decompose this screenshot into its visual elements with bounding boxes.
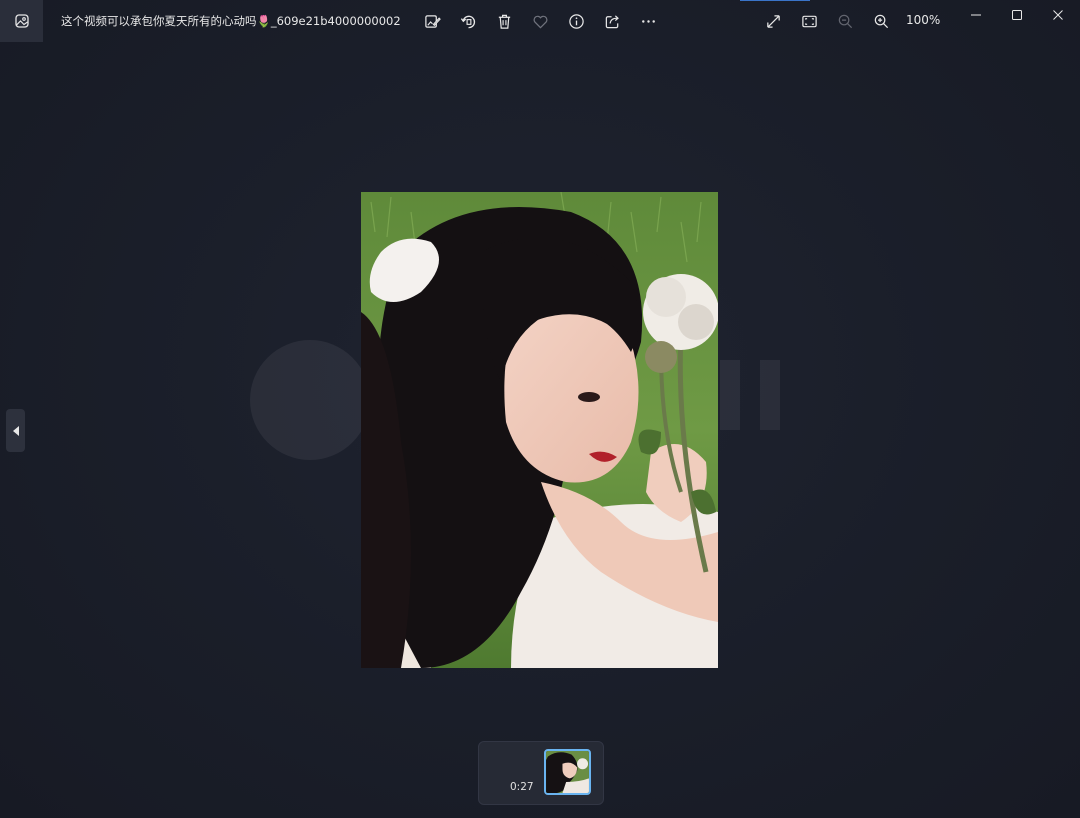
edit-image-icon: [424, 14, 441, 28]
maximize-icon: [1012, 10, 1022, 20]
filmstrip-thumbnail-selected[interactable]: [544, 749, 591, 795]
rotate-icon: [460, 15, 475, 28]
fit-to-window-icon: [801, 15, 817, 27]
more-options-button[interactable]: [636, 9, 660, 33]
photo-girl-with-flower: [361, 192, 718, 668]
zoom-in-icon: [874, 14, 888, 28]
zoom-out-icon: [838, 14, 852, 28]
window-title: 这个视频可以承包你夏天所有的心动吗🌷_609e21b4000000002103.…: [61, 14, 401, 28]
delete-icon: [498, 14, 510, 29]
fullscreen-button[interactable]: [761, 9, 785, 33]
zoom-out-button[interactable]: [833, 9, 857, 33]
caret-left-icon: [12, 425, 19, 436]
fullscreen-icon: [766, 14, 780, 28]
favorite-button[interactable]: [528, 9, 552, 33]
filmstrip: 0:27: [478, 741, 604, 805]
share-button[interactable]: [600, 9, 624, 33]
minimize-icon: [971, 14, 981, 16]
minimize-button[interactable]: [964, 6, 988, 24]
zoom-in-button[interactable]: [869, 9, 893, 33]
app-icon-button[interactable]: [0, 0, 43, 42]
info-button[interactable]: [564, 9, 588, 33]
thumbnail-image: [546, 751, 589, 793]
heart-icon: [533, 15, 547, 29]
video-duration: 0:27: [510, 781, 534, 793]
share-icon: [605, 14, 619, 28]
fit-to-window-button[interactable]: [797, 9, 821, 33]
close-icon: [1053, 10, 1063, 20]
title-bar: 这个视频可以承包你夏天所有的心动吗🌷_609e21b4000000002103.…: [0, 0, 1080, 42]
photos-app-icon: [14, 14, 29, 28]
maximize-button[interactable]: [1005, 6, 1029, 24]
photos-viewer-window: 这个视频可以承包你夏天所有的心动吗🌷_609e21b4000000002103.…: [0, 0, 1080, 818]
more-icon: [641, 19, 655, 23]
info-icon: [568, 13, 584, 29]
close-button[interactable]: [1046, 6, 1070, 24]
zoom-level[interactable]: 100%: [906, 13, 940, 27]
previous-item-button[interactable]: [6, 409, 25, 452]
edit-image-button[interactable]: [420, 9, 444, 33]
main-photo[interactable]: [361, 192, 718, 668]
delete-button[interactable]: [492, 9, 516, 33]
rotate-button[interactable]: [456, 9, 480, 33]
